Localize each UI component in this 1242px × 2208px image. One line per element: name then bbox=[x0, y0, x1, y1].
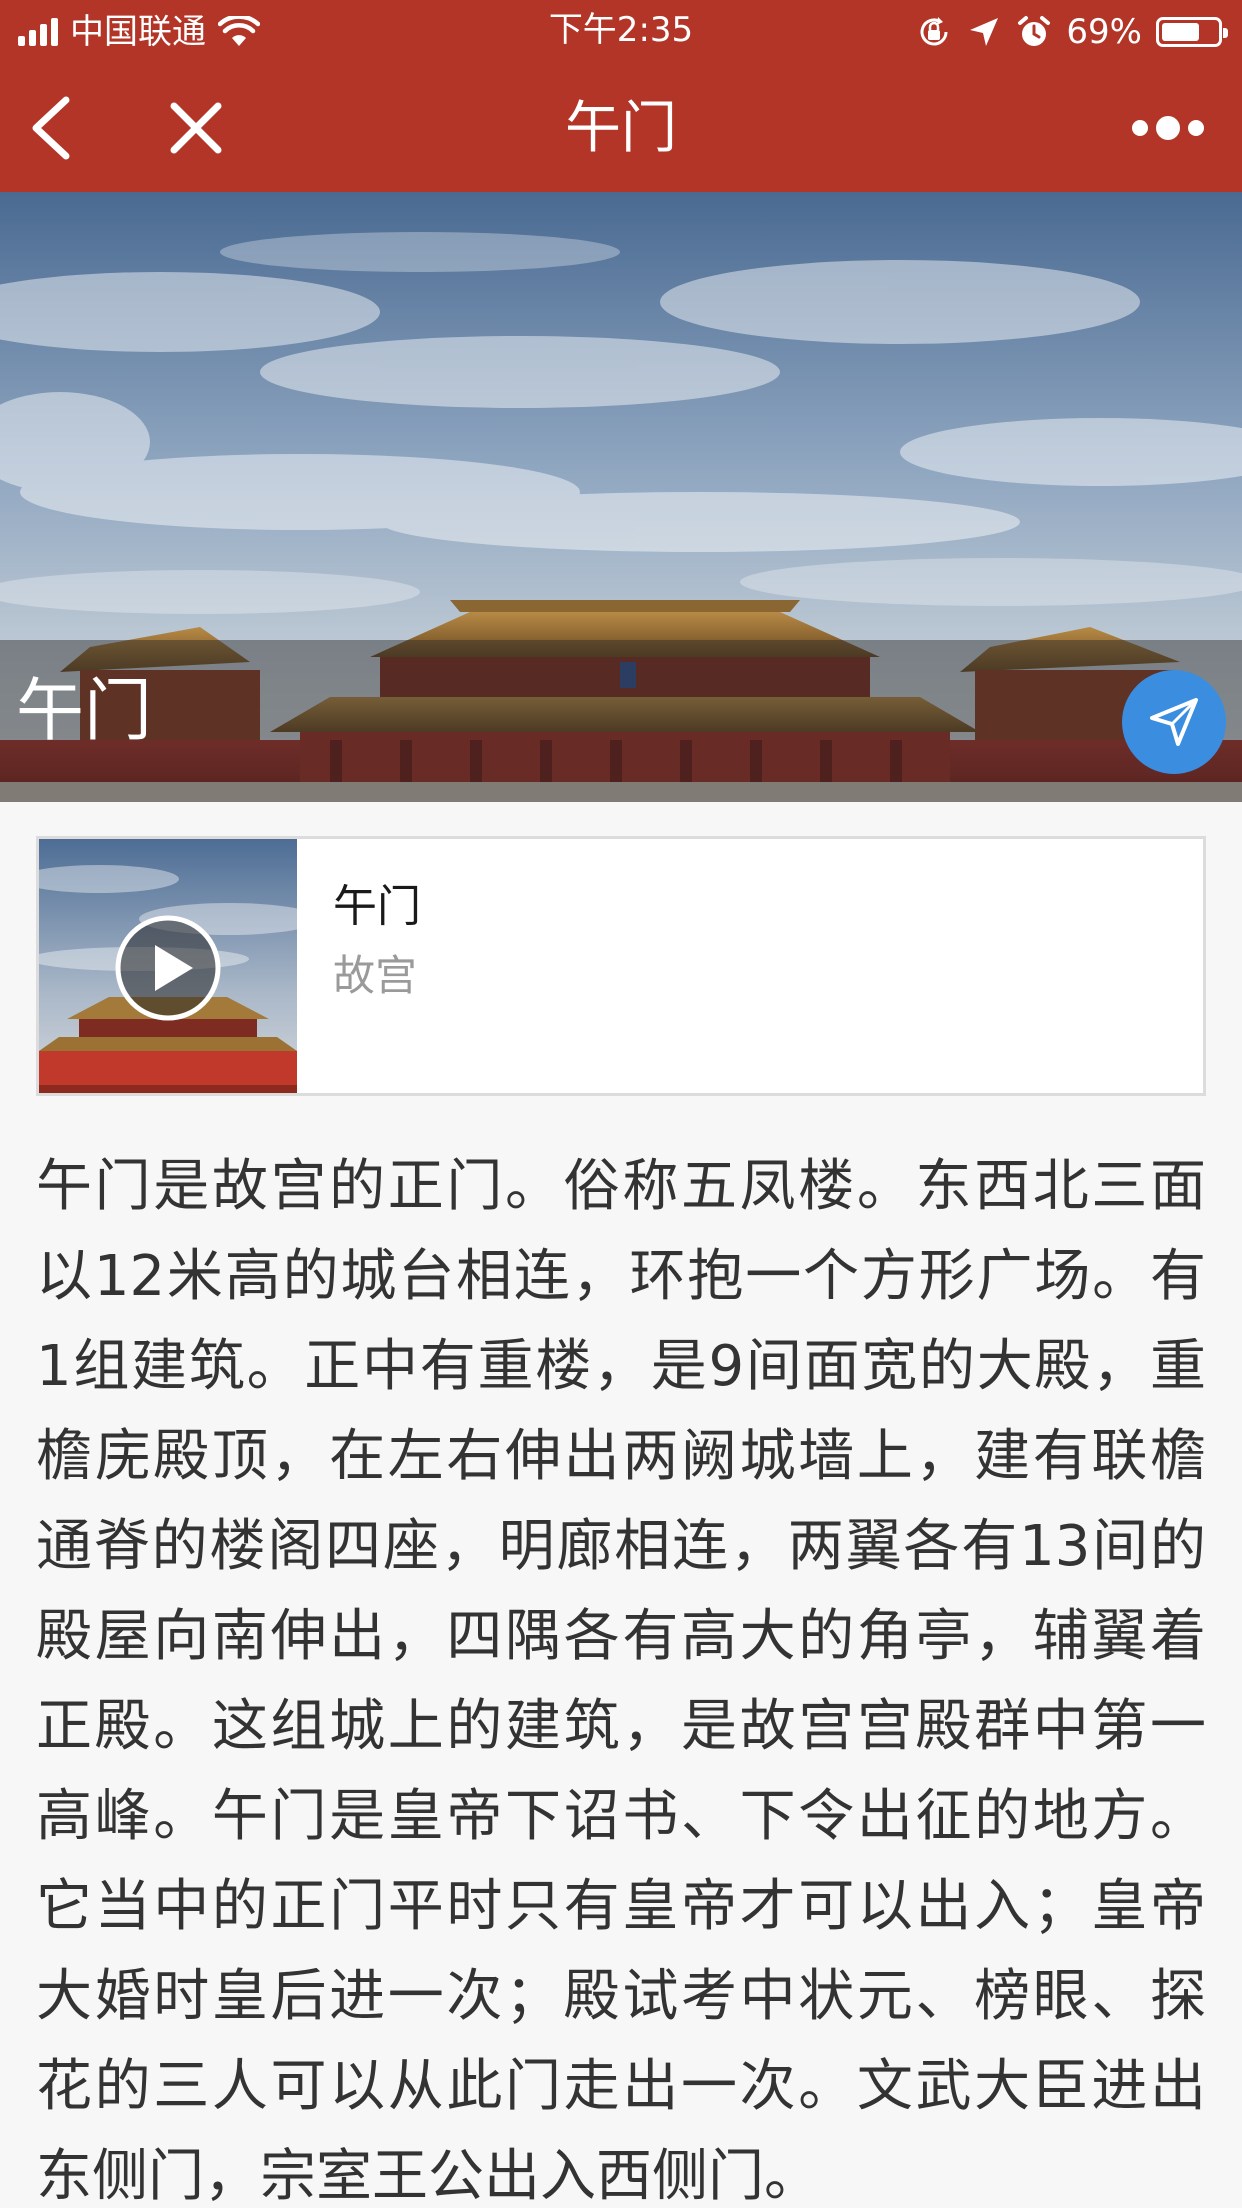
page: 中国联通 下午2:35 69% 午门 午门 午门 故宫 午门是故宫的正门。俗称五… bbox=[0, 0, 1242, 2208]
media-thumbnail bbox=[39, 839, 297, 1093]
media-title: 午门 bbox=[333, 881, 421, 932]
description-text: 午门是故宫的正门。俗称五凤楼。东西北三面以12米高的城台相连，环抱一个方形广场。… bbox=[36, 1154, 1206, 2208]
navigation-arrow-icon bbox=[1150, 698, 1198, 746]
media-subtitle: 故宫 bbox=[333, 951, 418, 1000]
more-icon[interactable] bbox=[1130, 110, 1206, 146]
status-right: 69% bbox=[916, 10, 1228, 54]
navigate-button[interactable] bbox=[1122, 670, 1226, 774]
status-bar: 中国联通 下午2:35 69% bbox=[0, 0, 1242, 64]
audio-guide-card[interactable]: 午门 故宫 bbox=[36, 836, 1206, 1096]
hero-image: 午门 bbox=[0, 192, 1242, 802]
hero-caption-bar bbox=[0, 640, 1242, 802]
location-icon bbox=[970, 18, 999, 46]
nav-bar: 午门 bbox=[0, 64, 1242, 192]
back-icon[interactable] bbox=[22, 94, 82, 162]
hero-title: 午门 bbox=[16, 672, 153, 751]
header: 中国联通 下午2:35 69% 午门 bbox=[0, 0, 1242, 192]
alarm-icon bbox=[1018, 16, 1051, 46]
close-icon[interactable] bbox=[166, 98, 226, 158]
orientation-lock-icon bbox=[920, 17, 948, 46]
play-icon[interactable] bbox=[113, 913, 223, 1023]
battery-percent: 69% bbox=[1066, 12, 1142, 52]
battery-icon bbox=[1156, 17, 1228, 47]
